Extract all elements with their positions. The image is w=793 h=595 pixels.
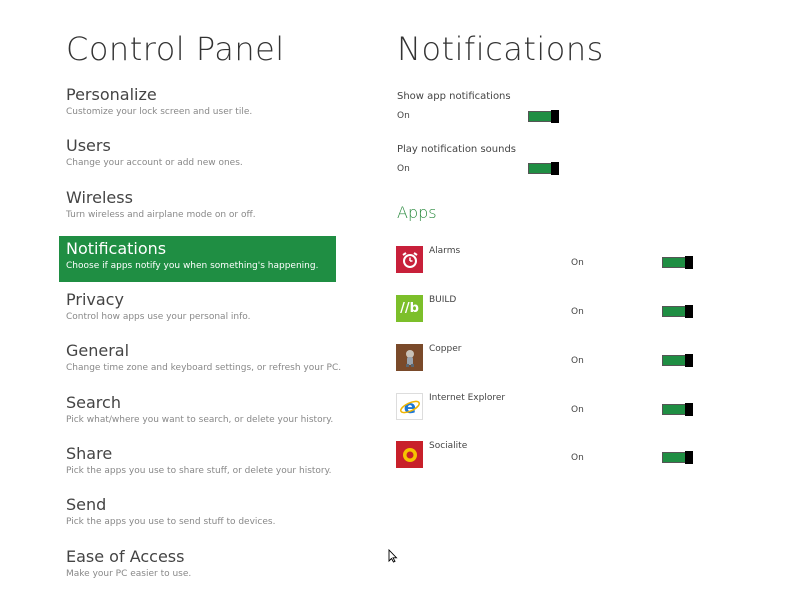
nav-item-notifications[interactable]: Notifications Choose if apps notify you … — [59, 235, 336, 282]
app-row-copper: Copper On — [396, 344, 696, 374]
nav-item-description: Customize your lock screen and user tile… — [66, 107, 253, 117]
nav-item-description: Control how apps use your personal info. — [66, 312, 251, 323]
internet-explorer-toggle[interactable] — [662, 403, 693, 416]
nav-item-label: Wireless — [66, 187, 133, 207]
nav-item-description: Pick the apps you use to send stuff to d… — [66, 517, 276, 528]
play-notification-sounds-toggle[interactable] — [528, 162, 559, 175]
build-b-icon: //b — [396, 295, 423, 322]
app-row-internet-explorer: e Internet Explorer On — [396, 393, 696, 423]
mouse-pointer-icon — [388, 549, 398, 563]
nav-item-privacy[interactable]: Privacy Control how apps use your person… — [59, 287, 336, 333]
app-state: On — [571, 453, 584, 463]
control-panel-title: Control Panel — [66, 30, 285, 68]
setting-state: On — [397, 164, 410, 174]
copper-toggle[interactable] — [662, 354, 693, 367]
nav-item-description: Turn wireless and airplane mode on or of… — [66, 209, 256, 220]
app-row-socialite: Socialite On — [396, 441, 696, 471]
app-state: On — [571, 356, 584, 366]
nav-item-label: Ease of Access — [66, 546, 185, 566]
nav-item-label: Search — [66, 392, 121, 412]
app-row-alarms: Alarms On — [396, 246, 696, 276]
show-app-notifications-toggle[interactable] — [528, 110, 559, 123]
apps-heading: Apps — [397, 203, 437, 222]
setting-show-app-notifications: Show app notifications On — [397, 91, 567, 121]
alarms-toggle[interactable] — [662, 256, 693, 269]
nav-item-share[interactable]: Share Pick the apps you use to share stu… — [59, 441, 336, 487]
nav-item-send[interactable]: Send Pick the apps you use to send stuff… — [59, 492, 336, 538]
nav-item-general[interactable]: General Change time zone and keyboard se… — [59, 338, 342, 384]
app-name: Socialite — [429, 441, 468, 451]
nav-item-label: Personalize — [66, 85, 157, 104]
setting-label: Show app notifications — [397, 91, 511, 102]
socialite-toggle[interactable] — [662, 451, 693, 464]
setting-state: On — [397, 111, 410, 121]
nav-item-label: Users — [66, 136, 111, 156]
nav-item-ease-of-access[interactable]: Ease of Access Make your PC easier to us… — [59, 544, 336, 590]
toggle-thumb — [551, 110, 559, 123]
nav-item-users[interactable]: Users Change your account or add new one… — [59, 133, 336, 179]
nav-item-label: General — [66, 341, 130, 361]
alarm-clock-icon — [396, 246, 423, 273]
nav-item-description: Change your account or add new ones. — [66, 158, 243, 169]
copper-character-icon — [396, 344, 423, 371]
nav-item-label: Notifications — [66, 238, 167, 258]
app-name: Copper — [429, 344, 462, 354]
toggle-thumb — [685, 403, 693, 416]
build-toggle[interactable] — [662, 305, 693, 318]
app-name: BUILD — [429, 295, 457, 305]
nav-item-label: Privacy — [66, 290, 124, 310]
nav-item-description: Pick what/where you want to search, or d… — [66, 414, 334, 425]
socialite-icon — [396, 441, 423, 468]
nav-item-label: Send — [66, 495, 107, 515]
nav-item-description: Change time zone and keyboard settings, … — [66, 363, 342, 374]
svg-text:e: e — [403, 397, 415, 418]
toggle-thumb — [685, 305, 693, 318]
nav-item-description: Pick the apps you use to share stuff, or… — [66, 466, 332, 477]
app-state: On — [571, 307, 584, 317]
nav-item-label: Share — [66, 444, 113, 464]
app-name: Alarms — [429, 246, 461, 256]
toggle-thumb — [685, 256, 693, 269]
control-panel-nav: Personalize Customize your lock screen a… — [59, 82, 342, 595]
nav-item-search[interactable]: Search Pick what/where you want to searc… — [59, 390, 336, 436]
toggle-thumb — [685, 451, 693, 464]
setting-label: Play notification sounds — [397, 144, 517, 155]
app-state: On — [571, 405, 584, 415]
app-name: Internet Explorer — [429, 393, 506, 403]
notifications-title: Notifications — [397, 30, 604, 68]
nav-item-description: Choose if apps notify you when something… — [66, 260, 319, 271]
toggle-thumb — [551, 162, 559, 175]
setting-play-notification-sounds: Play notification sounds On — [397, 144, 567, 174]
app-state: On — [571, 258, 584, 268]
nav-item-personalize[interactable]: Personalize Customize your lock screen a… — [59, 82, 336, 128]
toggle-thumb — [685, 354, 693, 367]
nav-item-wireless[interactable]: Wireless Turn wireless and airplane mode… — [59, 185, 336, 231]
nav-item-description: Make your PC easier to use. — [66, 568, 192, 579]
internet-explorer-icon: e — [396, 393, 423, 420]
app-row-build: //b BUILD On — [396, 295, 696, 325]
